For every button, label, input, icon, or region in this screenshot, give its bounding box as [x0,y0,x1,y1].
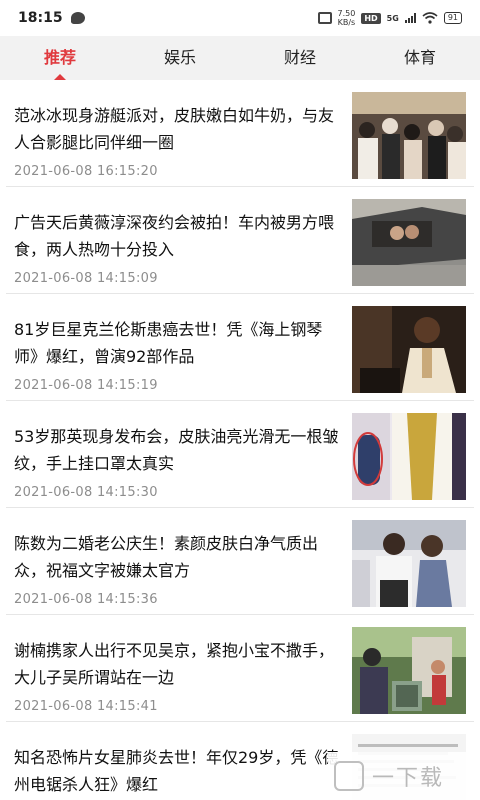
tab-sports[interactable]: 体育 [360,36,480,80]
news-time: 2021-06-08 14:15:41 [14,699,158,714]
news-title: 知名恐怖片女星肺炎去世！年仅29岁，凭《德州电锯杀人狂》爆红 [14,748,339,794]
news-time: 2021-06-08 14:15:36 [14,592,158,607]
news-item[interactable]: 谢楠携家人出行不见吴京，紧抱小宝不撒手，大儿子吴所谓站在一边 2021-06-0… [6,615,474,722]
battery-icon: 91 [443,12,462,24]
network-speed-value: 7.50 [337,9,356,18]
news-title: 广告天后黄薇淳深夜约会被拍！车内被男方喂食，两人热吻十分投入 [14,213,335,259]
watermark-text: 一下载 [372,766,445,791]
news-time: 2021-06-08 16:15:20 [14,164,158,179]
news-title: 谢楠携家人出行不见吴京，紧抱小宝不撒手，大儿子吴所谓站在一边 [14,641,335,687]
news-item[interactable]: 陈数为二婚老公庆生！素颜皮肤白净气质出众，祝福文字被嫌太官方 2021-06-0… [6,508,474,615]
news-time: 2021-06-08 14:15:19 [14,378,158,393]
app-logo-icon [334,761,364,791]
news-title: 陈数为二婚老公庆生！素颜皮肤白净气质出众，祝福文字被嫌太官方 [14,534,319,580]
tab-label: 推荐 [43,48,76,67]
news-time: 2021-06-08 14:15:09 [14,271,158,286]
news-item[interactable]: 广告天后黄薇淳深夜约会被拍！车内被男方喂食，两人热吻十分投入 2021-06-0… [6,187,474,294]
news-thumbnail [352,199,466,286]
news-time: 2021-06-08 14:15:30 [14,485,158,500]
tab-entertainment[interactable]: 娱乐 [120,36,240,80]
network-speed-unit: KB/s [337,18,356,27]
category-tabs: 推荐 娱乐 财经 体育 [0,36,480,80]
news-thumbnail [352,627,466,714]
news-title: 81岁巨星克兰伦斯患癌去世！凭《海上钢琴师》爆红，曾演92部作品 [14,320,323,366]
news-title: 范冰冰现身游艇派对，皮肤嫩白如牛奶，与友人合影腿比同伴细一圈 [14,106,335,152]
news-thumbnail [352,306,466,393]
tab-label: 体育 [403,48,436,67]
news-thumbnail [352,413,466,500]
hd-badge: HD [361,12,381,24]
network-speed: 7.50 KB/s [338,9,356,27]
tab-finance[interactable]: 财经 [240,36,360,80]
message-notification-icon [70,12,85,24]
tab-label: 财经 [283,48,316,67]
news-item[interactable]: 53岁那英现身发布会，皮肤油亮光滑无一根皱纹，手上挂口罩太真实 2021-06-… [6,401,474,508]
news-list: 范冰冰现身游艇派对，皮肤嫩白如牛奶，与友人合影腿比同伴细一圈 2021-06-0… [0,80,480,800]
network-type: 5G [386,13,399,23]
status-icons: 7.50 KB/s HD 5G 91 [317,9,462,27]
status-bar: 18:15 7.50 KB/s HD 5G 91 [0,0,480,36]
news-item[interactable]: 81岁巨星克兰伦斯患癌去世！凭《海上钢琴师》爆红，曾演92部作品 2021-06… [6,294,474,401]
watermark-overlay: 一下载 [328,752,480,800]
news-thumbnail [352,520,466,607]
news-thumbnail [352,92,466,179]
tab-label: 娱乐 [163,48,196,67]
wifi-icon [422,12,438,24]
clock: 18:15 [18,10,63,26]
vibrate-icon [317,12,332,24]
news-item[interactable]: 范冰冰现身游艇派对，皮肤嫩白如牛奶，与友人合影腿比同伴细一圈 2021-06-0… [6,80,474,187]
signal-icon [404,13,416,23]
tab-recommend[interactable]: 推荐 [0,36,120,80]
news-title: 53岁那英现身发布会，皮肤油亮光滑无一根皱纹，手上挂口罩太真实 [14,427,339,473]
